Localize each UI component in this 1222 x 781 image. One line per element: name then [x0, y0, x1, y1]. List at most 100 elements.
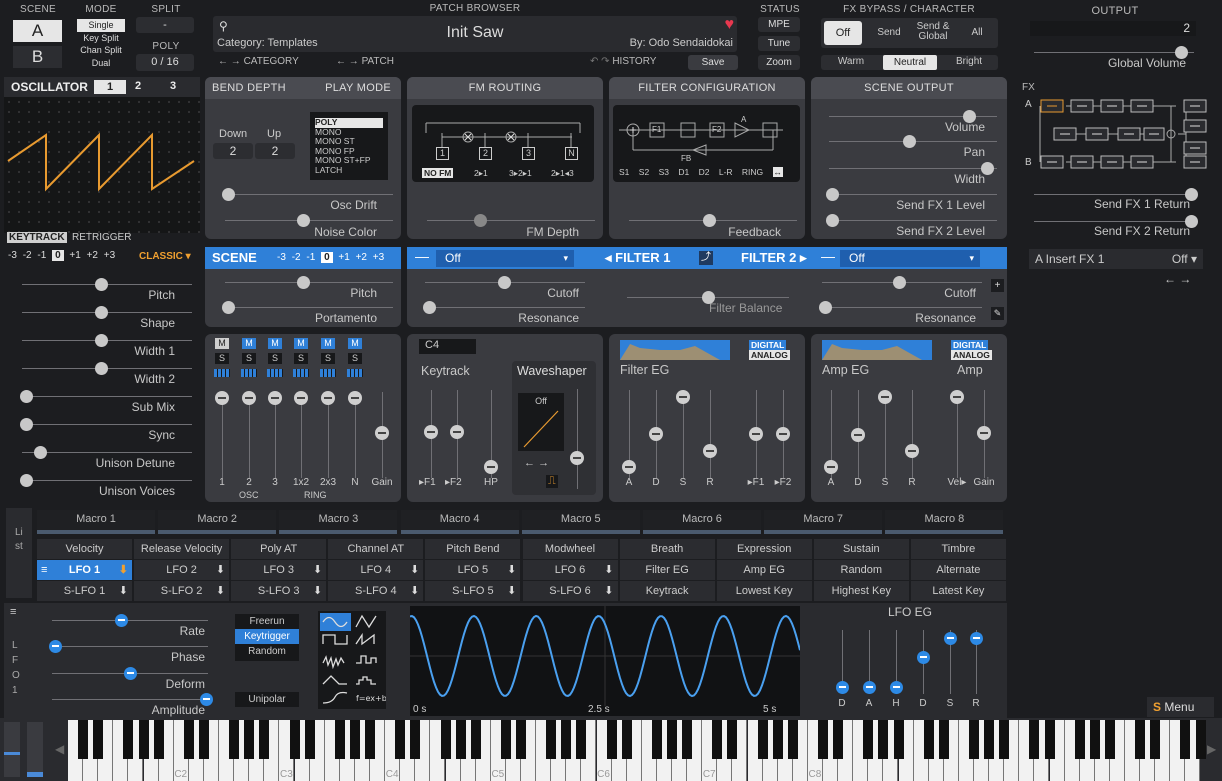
filter1-cutoff-knob[interactable] — [498, 276, 511, 289]
macro-slot[interactable]: Macro 5 — [521, 510, 640, 534]
black-key[interactable] — [938, 720, 949, 759]
black-key[interactable] — [984, 720, 995, 759]
feedback-knob[interactable] — [703, 214, 716, 227]
black-key[interactable] — [893, 720, 904, 759]
mod-source[interactable]: LFO 4 ⬇ — [328, 560, 424, 580]
amp-eg-slider[interactable] — [824, 460, 838, 474]
fm-2to1[interactable]: 2▸1 — [474, 168, 488, 179]
mixer-level-slider[interactable] — [294, 391, 308, 405]
black-key[interactable] — [470, 720, 481, 759]
waveshaper-drive-slider[interactable] — [570, 451, 584, 465]
black-key[interactable] — [1195, 720, 1206, 759]
black-key[interactable] — [1104, 720, 1115, 759]
osc-tab-1[interactable]: 1 — [94, 80, 126, 94]
amp-eg-slider[interactable] — [950, 390, 964, 404]
osc-param-knob[interactable] — [95, 306, 108, 319]
mixer-level-slider[interactable] — [375, 426, 389, 440]
mixer-level-slider[interactable] — [215, 391, 229, 405]
mixer-route[interactable] — [293, 369, 309, 377]
scene-output-knob[interactable] — [826, 188, 839, 201]
fxbypass-send[interactable]: Send — [869, 27, 909, 38]
macro-slot[interactable]: Macro 4 — [400, 510, 519, 534]
menu-button[interactable]: S Menu — [1147, 697, 1214, 717]
mixer-solo[interactable]: S — [348, 353, 362, 364]
fm-2to1from3[interactable]: 2▸1◂3 — [551, 168, 574, 179]
play-latch[interactable]: LATCH — [315, 165, 383, 176]
mod-source[interactable]: LFO 6 ⬇ — [522, 560, 618, 580]
lfo-eg-slider[interactable] — [890, 681, 903, 694]
fx-routing[interactable] — [1036, 94, 1208, 172]
scene-octave[interactable]: -3 -2 -1 0 +1 +2 +3 — [277, 252, 384, 263]
mod-source[interactable]: Filter EG — [619, 560, 715, 580]
save-button[interactable]: Save — [688, 55, 738, 70]
black-key[interactable] — [833, 720, 844, 759]
mod-source[interactable]: Poly AT — [231, 539, 327, 559]
black-key[interactable] — [455, 720, 466, 759]
lfo-eg-slider[interactable] — [836, 681, 849, 694]
osc-param-knob[interactable] — [95, 362, 108, 375]
amp-eg-analog[interactable]: ANALOG — [951, 350, 992, 360]
amp-eg-slider[interactable] — [977, 426, 991, 440]
filter-eg-slider[interactable] — [622, 460, 636, 474]
osc-param-knob[interactable] — [95, 334, 108, 347]
scene-output-knob[interactable] — [826, 214, 839, 227]
mode-list[interactable]: Single Key Split Chan Split Dual — [77, 19, 125, 69]
lfo-param-knob[interactable] — [124, 667, 137, 680]
black-key[interactable] — [1074, 720, 1085, 759]
black-key[interactable] — [500, 720, 511, 759]
mod-source[interactable]: Latest Key — [910, 581, 1006, 601]
black-key[interactable] — [1044, 720, 1055, 759]
lfo-random[interactable]: Random — [235, 644, 299, 659]
black-key[interactable] — [878, 720, 889, 759]
filter-config-display[interactable]: F1 F2 A FB S1 S2 S3 D1 D2 L-R RING ↔ — [613, 105, 800, 182]
favorite-heart-icon[interactable]: ♥ — [725, 16, 735, 34]
scene-pitch-knob[interactable] — [297, 276, 310, 289]
black-key[interactable] — [410, 720, 421, 759]
osc-param-knob[interactable] — [34, 446, 47, 459]
filter-eg-slider[interactable] — [703, 444, 717, 458]
black-key[interactable] — [999, 720, 1010, 759]
black-key[interactable] — [1150, 720, 1161, 759]
black-key[interactable] — [93, 720, 104, 759]
mod-source[interactable]: S-LFO 4 ⬇ — [328, 581, 424, 601]
filter-eg-slider[interactable] — [649, 427, 663, 441]
waveshaper-display[interactable]: Off — [518, 393, 564, 451]
mod-source[interactable]: ≡ LFO 1 ⬇ — [37, 560, 132, 580]
lfo-trigger-mode[interactable]: Freerun Keytrigger Random — [235, 614, 299, 661]
mixer-solo[interactable]: S — [321, 353, 335, 364]
mixer-route[interactable] — [267, 369, 283, 377]
mod-wheel[interactable] — [27, 722, 43, 777]
mod-source[interactable]: Release Velocity — [134, 539, 230, 559]
black-key[interactable] — [621, 720, 632, 759]
lfo-param-knob[interactable] — [49, 640, 62, 653]
fxbypass-group[interactable]: Off Send Send & Global All — [821, 18, 998, 48]
filter2-type-select[interactable]: Off ▾ — [840, 250, 980, 267]
retrigger-toggle[interactable]: RETRIGGER — [72, 232, 131, 243]
black-key[interactable] — [516, 720, 526, 759]
mixer-level-slider[interactable] — [242, 391, 256, 405]
black-key[interactable] — [440, 720, 451, 759]
black-key[interactable] — [334, 720, 345, 759]
mod-source[interactable]: Keytrack — [619, 581, 715, 601]
noise-color-knob[interactable] — [297, 214, 310, 227]
mode-chansplit[interactable]: Chan Split — [77, 44, 125, 57]
black-key[interactable] — [969, 720, 979, 759]
bend-up-value[interactable]: 2 — [255, 143, 295, 159]
osc-octave[interactable]: -3 -2 -1 0 +1 +2 +3 — [8, 250, 115, 261]
patch-display[interactable]: ⚲ Init Saw Category: Templates By: Odo S… — [213, 16, 737, 52]
patch-nav[interactable]: ← → PATCH — [336, 56, 394, 67]
osc-tab-3[interactable]: 3 — [170, 80, 176, 92]
category-nav[interactable]: ← → CATEGORY — [218, 56, 299, 67]
mixer-route[interactable] — [214, 369, 230, 377]
scene-b-button[interactable]: B — [13, 46, 62, 68]
octave-down-icon[interactable]: ◀ — [55, 742, 64, 756]
mixer-mute[interactable]: M — [242, 338, 256, 349]
fxbypass-off[interactable]: Off — [824, 21, 862, 45]
mixer-level-slider[interactable] — [348, 391, 362, 405]
black-key[interactable] — [289, 720, 300, 759]
mpe-button[interactable]: MPE — [758, 17, 800, 32]
lfo-param-knob[interactable] — [115, 614, 128, 627]
amp-eg-slider[interactable] — [851, 428, 865, 442]
mixer-solo[interactable]: S — [294, 353, 308, 364]
black-key[interactable] — [244, 720, 255, 759]
